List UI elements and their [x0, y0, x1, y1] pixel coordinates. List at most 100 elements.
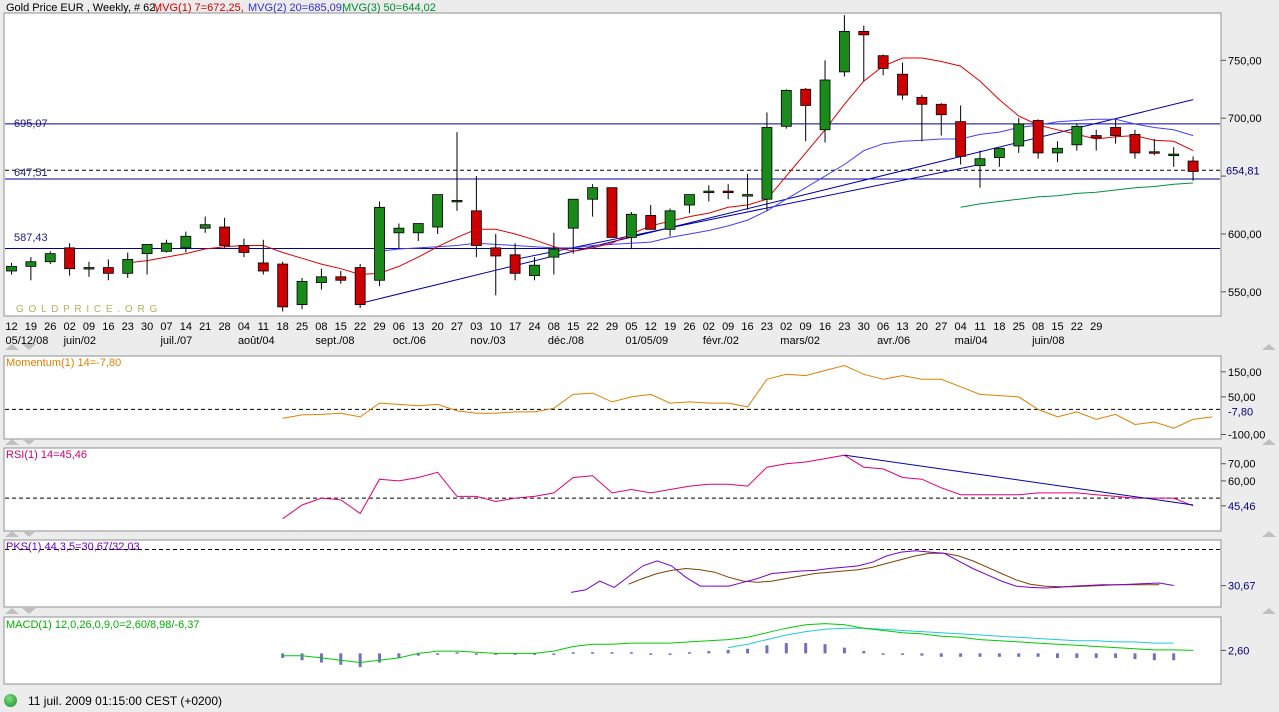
- momentum-panel[interactable]: [3, 355, 1222, 440]
- splitter-collapse-icon[interactable]: [5, 439, 19, 445]
- date-tick-label: 27: [935, 321, 947, 333]
- momentum-title: Momentum(1) 14=-7,80: [6, 357, 121, 369]
- candle-body: [645, 215, 657, 230]
- macd-hist-bar: [1152, 653, 1156, 661]
- candle-body: [25, 261, 37, 267]
- macd-hist-bar: [649, 653, 653, 655]
- date-tick-label: 11: [974, 321, 985, 333]
- candle-body: [141, 243, 153, 255]
- macd-hist-bar: [862, 651, 866, 654]
- candle-body: [296, 281, 308, 305]
- splitter-collapse-icon[interactable]: [1262, 608, 1276, 614]
- macd-hist-bar: [1114, 653, 1118, 658]
- date-tick-label: 12: [645, 321, 657, 333]
- date-tick-label: 08: [1032, 321, 1044, 333]
- date-tick-label: 30: [141, 321, 153, 333]
- candle-body: [1032, 120, 1044, 154]
- date-tick-label: 15: [567, 321, 579, 333]
- macd-hist-bar: [300, 653, 304, 661]
- date-tick-label: 25: [296, 321, 308, 333]
- month-label: oct./06: [393, 335, 426, 347]
- candle-body: [277, 263, 289, 308]
- macd-hist-bar: [784, 643, 788, 654]
- macd-hist-bar: [474, 653, 478, 655]
- candle-body: [625, 213, 637, 238]
- y-tick-label: 60,00: [1228, 476, 1256, 488]
- candle-body: [161, 242, 172, 252]
- candle-body: [490, 247, 502, 257]
- y-tick-label: -100,00: [1228, 429, 1265, 441]
- date-tick-label: 17: [509, 321, 521, 333]
- pks-panel[interactable]: [3, 539, 1222, 608]
- mavg1-label: MVG(1) 7=672,25,: [153, 2, 244, 14]
- splitter-collapse-icon[interactable]: [5, 608, 19, 614]
- date-tick-label: 03: [470, 321, 482, 333]
- price-panel[interactable]: [3, 12, 1222, 317]
- candle-body: [83, 267, 95, 270]
- date-tick-label: 16: [819, 321, 831, 333]
- date-tick-label: 29: [606, 321, 618, 333]
- macd-hist-bar: [455, 652, 459, 654]
- month-label: sept./08: [315, 335, 354, 347]
- candle-body: [509, 254, 521, 274]
- date-tick-label: 25: [1013, 321, 1025, 333]
- macd-hist-bar: [339, 653, 343, 665]
- date-tick-label: 10: [490, 321, 502, 333]
- candle-body: [335, 276, 347, 281]
- macd-hist-bar: [571, 652, 575, 654]
- candle-body: [374, 206, 385, 281]
- splitter-collapse-icon[interactable]: [1262, 344, 1276, 350]
- macd-hist-bar: [436, 653, 440, 655]
- candle-body: [354, 267, 366, 305]
- splitter-collapse-icon[interactable]: [22, 531, 36, 537]
- macd-hist-bar: [378, 653, 382, 663]
- date-tick-label: 16: [102, 321, 114, 333]
- splitter-collapse-icon[interactable]: [22, 608, 36, 614]
- splitter-collapse-icon[interactable]: [22, 439, 36, 445]
- candle-body: [877, 55, 889, 69]
- macd-hist-bar: [610, 652, 614, 654]
- date-tick-label: 15: [335, 321, 347, 333]
- splitter-collapse-icon[interactable]: [1262, 531, 1276, 537]
- date-tick-label: 09: [722, 321, 734, 333]
- date-tick-label: 21: [199, 321, 211, 333]
- month-label: juil./07: [159, 335, 192, 347]
- candle-body: [44, 253, 56, 263]
- macd-hist-bar: [552, 653, 556, 655]
- rsi-panel[interactable]: [3, 447, 1222, 532]
- splitter-collapse-icon[interactable]: [5, 531, 19, 537]
- macd-hist-bar: [1036, 653, 1040, 657]
- y-tick-label: 50,00: [1228, 392, 1256, 404]
- date-tick-label: 02: [63, 321, 75, 333]
- candle-body: [102, 267, 114, 274]
- last-price-label: 654,81: [1226, 166, 1260, 178]
- macd-hist-bar: [881, 653, 885, 655]
- date-tick-label: 12: [5, 321, 17, 333]
- pks-title: PKS(1) 44,3,5=30,67/32,03: [6, 541, 140, 553]
- macd-hist-bar: [687, 652, 691, 654]
- date-tick-label: 22: [586, 321, 598, 333]
- date-axis: 12 19 26 02 09 16 23 30 07 14 21 28 04 11 18 25 08 15 22 29…: [5, 321, 1102, 347]
- y-tick-label: 150,00: [1228, 367, 1262, 379]
- candle-body: [800, 88, 812, 106]
- level-label-647: 647,51: [14, 167, 48, 179]
- macd-hist-bar: [1075, 653, 1079, 658]
- macd-hist-bar: [726, 649, 730, 654]
- date-tick-label: 08: [315, 321, 327, 333]
- rsi-last-label: 45,46: [1228, 501, 1256, 513]
- candle-body: [470, 210, 482, 246]
- macd-hist-bar: [842, 647, 846, 654]
- candle-body: [393, 227, 405, 234]
- candle-body: [1090, 135, 1102, 139]
- date-tick-label: 06: [393, 321, 405, 333]
- splitter-collapse-icon[interactable]: [22, 344, 36, 350]
- candle-body: [180, 235, 192, 249]
- macd-hist-bar: [746, 648, 750, 654]
- date-tick-label: 04: [238, 321, 250, 333]
- date-tick-label: 29: [1090, 321, 1102, 333]
- macd-hist-bar: [765, 645, 769, 654]
- macd-hist-bar: [707, 651, 711, 654]
- date-tick-label: 18: [993, 321, 1005, 333]
- macd-hist-bar: [978, 653, 982, 657]
- macd-hist-bar: [939, 653, 943, 657]
